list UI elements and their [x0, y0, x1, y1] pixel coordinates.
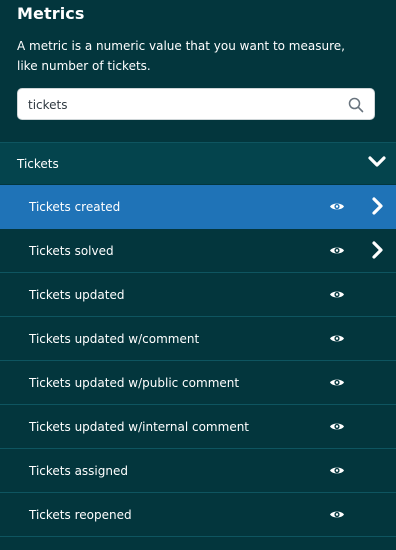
metric-label: Tickets created — [29, 200, 121, 214]
section-header-tickets[interactable]: Tickets — [0, 142, 396, 184]
metric-row[interactable]: Tickets updated w/public comment — [0, 361, 396, 405]
metrics-list: Tickets created Tickets solved Tickets upd… — [0, 185, 396, 537]
metric-row[interactable]: Tickets reopened — [0, 493, 396, 537]
eye-icon[interactable] — [329, 201, 345, 212]
panel-title: Metrics — [17, 4, 85, 23]
eye-icon[interactable] — [329, 289, 345, 300]
search-icon[interactable] — [348, 97, 364, 113]
metric-label: Tickets updated w/internal comment — [29, 420, 250, 434]
metric-row[interactable]: Tickets created — [0, 185, 396, 229]
metrics-header: Metrics A metric is a numeric value that… — [0, 0, 396, 76]
eye-icon[interactable] — [329, 509, 345, 520]
metric-label: Tickets assigned — [29, 464, 128, 478]
chevron-down-icon[interactable] — [368, 155, 386, 169]
metric-row[interactable]: Tickets updated w/internal comment — [0, 405, 396, 449]
section-label: Tickets — [17, 157, 59, 171]
search-box[interactable] — [17, 88, 375, 120]
chevron-right-icon[interactable] — [370, 197, 384, 215]
chevron-right-icon[interactable] — [370, 241, 384, 259]
eye-icon[interactable] — [329, 421, 345, 432]
metric-row[interactable]: Tickets updated — [0, 273, 396, 317]
metric-label: Tickets updated — [29, 288, 125, 302]
search-input[interactable] — [28, 95, 328, 115]
panel-description: A metric is a numeric value that you wan… — [17, 39, 345, 73]
metric-row[interactable]: Tickets updated w/comment — [0, 317, 396, 361]
eye-icon[interactable] — [329, 465, 345, 476]
eye-icon[interactable] — [329, 377, 345, 388]
metric-row[interactable]: Tickets solved — [0, 229, 396, 273]
metric-label: Tickets updated w/comment — [29, 332, 200, 346]
metric-label: Tickets updated w/public comment — [29, 376, 240, 390]
eye-icon[interactable] — [329, 245, 345, 256]
metric-label: Tickets reopened — [29, 508, 132, 522]
eye-icon[interactable] — [329, 333, 345, 344]
metric-row[interactable]: Tickets assigned — [0, 449, 396, 493]
metric-label: Tickets solved — [29, 244, 114, 258]
metrics-panel: Metrics A metric is a numeric value that… — [0, 0, 396, 550]
